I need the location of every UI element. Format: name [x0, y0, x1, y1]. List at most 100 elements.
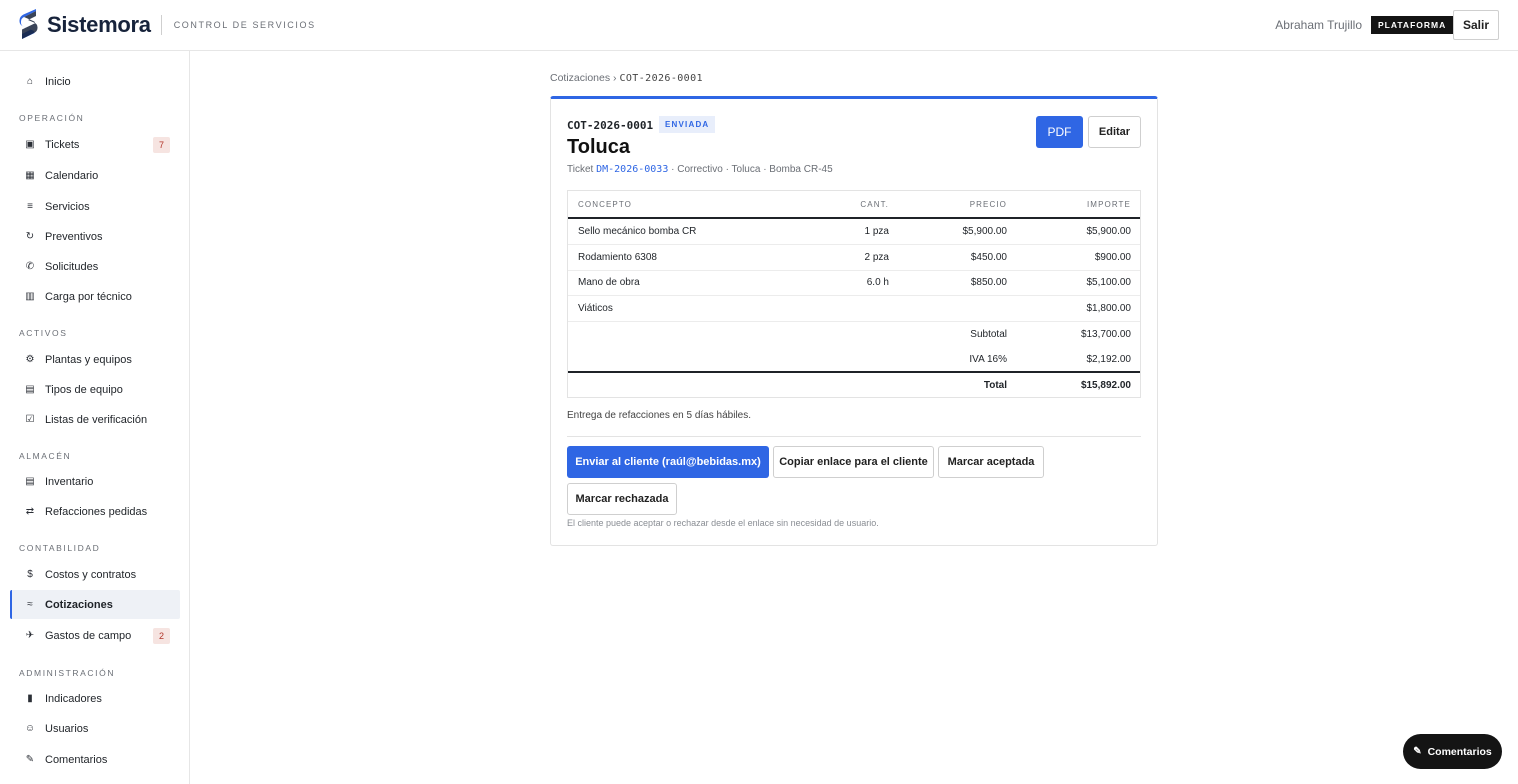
status-badge: ENVIADA [659, 116, 716, 133]
sidebar-item-label: Inventario [45, 475, 94, 488]
sidebar-item-preventivos[interactable]: ↻ Preventivos [10, 222, 180, 251]
table-row: Viáticos $1,800.00 [568, 296, 1140, 322]
quote-code: COT-2026-0001 [567, 119, 654, 132]
mark-rejected-button[interactable]: Marcar rechazada [567, 483, 677, 515]
platform-badge: PLATAFORMA [1371, 16, 1454, 34]
column-header-importe: IMPORTE [1086, 200, 1131, 209]
section-activos: ACTIVOS [19, 328, 68, 338]
divider [567, 436, 1141, 437]
cell-precio: $5,900.00 [962, 226, 1008, 237]
sidebar-item-inventario[interactable]: ▤ Inventario [10, 467, 180, 496]
edit-button[interactable]: Editar [1088, 116, 1141, 148]
sidebar: ⌂ Inicio OPERACIÓN ▣ Tickets 7 ▦ Calenda… [0, 51, 190, 784]
gastos-count-badge: 2 [153, 628, 170, 644]
quote-note: Entrega de refacciones en 5 días hábiles… [567, 410, 752, 421]
table-row: Mano de obra 6.0 h $850.00 $5,100.00 [568, 270, 1140, 296]
brand-subtitle: CONTROL DE SERVICIOS [173, 20, 316, 30]
cell-cantidad: 6.0 h [866, 277, 889, 288]
sidebar-item-label: Costos y contratos [45, 568, 137, 581]
ticket-link[interactable]: DM-2026-0033 [596, 164, 668, 175]
dollar-icon: $ [27, 569, 33, 580]
sidebar-item-label: Tipos de equipo [45, 383, 123, 396]
pdf-button[interactable]: PDF [1036, 116, 1083, 148]
cell-importe: $1,800.00 [1086, 303, 1132, 314]
sidebar-item-label: Cotizaciones [45, 598, 113, 611]
pencil-icon: ✎ [1413, 746, 1422, 757]
sidebar-item-usuarios[interactable]: ☺ Usuarios [10, 714, 180, 743]
user-icon: ☺ [24, 723, 36, 734]
top-bar: Sistemora CONTROL DE SERVICIOS Abraham T… [0, 0, 1518, 51]
bars-icon: ▥ [25, 291, 35, 302]
sidebar-item-listas[interactable]: ☑ Listas de verificación [10, 405, 180, 434]
chart-icon: ▮ [27, 693, 33, 704]
sidebar-item-solicitudes[interactable]: ✆ Solicitudes [10, 252, 180, 281]
plane-icon: ✈ [25, 630, 35, 641]
checkbox-icon: ☑ [25, 414, 35, 425]
send-to-client-button[interactable]: Enviar al cliente (raúl@bebidas.mx) [567, 446, 769, 478]
table-row: Rodamiento 6308 2 pza $450.00 $900.00 [568, 245, 1140, 271]
cell-importe: $5,100.00 [1086, 277, 1132, 288]
cell-importe: $5,900.00 [1086, 226, 1132, 237]
brand-name: Sistemora [47, 12, 151, 37]
box-icon: ▤ [25, 476, 35, 487]
sidebar-item-label: Indicadores [45, 692, 102, 705]
list-icon: ≡ [27, 201, 33, 212]
sidebar-item-servicios[interactable]: ≡ Servicios [10, 192, 180, 221]
cell-precio: $450.00 [970, 252, 1007, 263]
copy-link-button[interactable]: Copiar enlace para el cliente [773, 446, 934, 478]
quote-meta: Ticket DM-2026-0033 · Correctivo · Toluc… [567, 164, 833, 175]
section-operacion: OPERACIÓN [19, 113, 85, 123]
sidebar-item-comentarios[interactable]: ✎ Comentarios [10, 745, 180, 774]
sidebar-item-plantas[interactable]: ⚙ Plantas y equipos [10, 345, 180, 374]
mark-accepted-button[interactable]: Marcar aceptada [938, 446, 1044, 478]
cell-cantidad: 1 pza [864, 226, 889, 237]
logout-button[interactable]: Salir [1453, 10, 1499, 40]
comments-fab-button[interactable]: ✎ Comentarios [1403, 734, 1502, 769]
cell-concepto: Viáticos [578, 303, 613, 314]
iva-label: IVA 16% [969, 354, 1007, 365]
sidebar-item-gastos[interactable]: ✈ Gastos de campo 2 [10, 621, 180, 650]
page-title: Toluca [567, 136, 630, 158]
refresh-icon: ↻ [25, 231, 35, 242]
fab-label: Comentarios [1427, 745, 1492, 758]
sidebar-item-indicadores[interactable]: ▮ Indicadores [10, 684, 180, 713]
user-name: Abraham Trujillo [1275, 18, 1362, 32]
sidebar-item-calendario[interactable]: ▦ Calendario [10, 161, 180, 190]
sidebar-item-label: Plantas y equipos [45, 353, 132, 366]
quote-card: COT-2026-0001 ENVIADA Toluca Ticket DM-2… [550, 96, 1158, 546]
cell-importe: $900.00 [1094, 252, 1131, 263]
cell-precio: $850.00 [970, 277, 1007, 288]
column-header-cantidad: CANT. [860, 200, 889, 209]
sidebar-item-refacciones[interactable]: ⇄ Refacciones pedidas [10, 497, 180, 526]
sidebar-item-cotizaciones[interactable]: ≈ Cotizaciones [10, 590, 180, 619]
grid-icon: ▤ [25, 384, 35, 395]
sidebar-item-label: Inicio [45, 75, 71, 88]
meta-details: · Correctivo · Toluca · Bomba CR-45 [671, 164, 833, 175]
client-hint: El cliente puede aceptar o rechazar desd… [567, 518, 879, 528]
brand[interactable]: Sistemora CONTROL DE SERVICIOS [19, 9, 316, 41]
total-label: Total [983, 380, 1007, 391]
sidebar-item-costos[interactable]: $ Costos y contratos [10, 560, 180, 589]
quote-icon: ≈ [27, 599, 33, 610]
tickets-count-badge: 7 [153, 137, 170, 153]
cell-concepto: Sello mecánico bomba CR [578, 226, 697, 237]
sidebar-item-tipos[interactable]: ▤ Tipos de equipo [10, 375, 180, 404]
column-header-concepto: CONCEPTO [578, 200, 632, 209]
sidebar-item-label: Comentarios [45, 753, 108, 766]
subtotal-value: $13,700.00 [1080, 329, 1131, 340]
breadcrumb-parent-link[interactable]: Cotizaciones [550, 72, 610, 84]
sidebar-item-label: Carga por técnico [45, 290, 132, 303]
breadcrumb-current: COT-2026-0001 [619, 73, 703, 84]
table-row: Sello mecánico bomba CR 1 pza $5,900.00 … [568, 219, 1140, 245]
section-contabilidad: CONTABILIDAD [19, 543, 101, 553]
brand-divider [160, 15, 162, 35]
sidebar-item-inicio[interactable]: ⌂ Inicio [10, 67, 180, 96]
sidebar-item-carga[interactable]: ▥ Carga por técnico [10, 282, 180, 311]
breadcrumb-separator: › [613, 72, 617, 84]
cell-cantidad: 2 pza [864, 252, 889, 263]
sidebar-item-label: Servicios [45, 200, 90, 213]
sidebar-item-tickets[interactable]: ▣ Tickets 7 [10, 130, 180, 159]
iva-row: IVA 16% $2,192.00 [568, 347, 1140, 373]
sidebar-item-label: Refacciones pedidas [45, 505, 148, 518]
iva-value: $2,192.00 [1086, 354, 1132, 365]
